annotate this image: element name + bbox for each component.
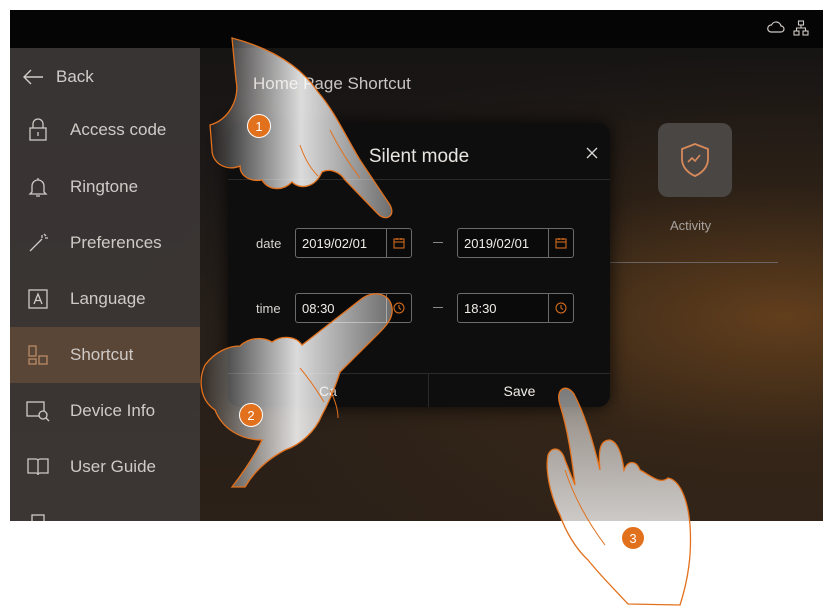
sidebar-item-more[interactable] [10, 495, 200, 521]
calendar-icon [393, 238, 405, 249]
cloud-icon [767, 20, 785, 41]
clock-button[interactable] [548, 294, 573, 322]
back-button[interactable]: Back [10, 62, 94, 92]
bell-icon [24, 173, 52, 201]
sidebar-item-language[interactable]: Language [10, 271, 200, 327]
dialog-title: Silent mode [368, 146, 470, 167]
time-label: time [256, 301, 281, 316]
device-info-icon [24, 397, 52, 425]
magic-wand-icon [24, 229, 52, 257]
partial-icon [24, 509, 52, 521]
device-screen: Back Access code Ringtone Preferences La… [10, 10, 823, 521]
sidebar-item-label: Language [70, 289, 146, 308]
date-label: date [256, 236, 282, 251]
sidebar-item-user-guide[interactable]: User Guide [10, 439, 200, 495]
activity-tile[interactable] [658, 123, 732, 197]
date-from-field[interactable]: 2019/02/01 [295, 228, 412, 258]
shortcut-icon [24, 341, 52, 369]
step-badge-3: 3 [621, 526, 645, 550]
sidebar-item-label: Preferences [70, 233, 162, 252]
lock-icon [24, 116, 52, 144]
activity-label: Activity [670, 218, 712, 233]
time-range-dash [433, 307, 443, 308]
close-icon [586, 147, 598, 159]
date-to-field[interactable]: 2019/02/01 [457, 228, 574, 258]
calendar-button[interactable] [386, 229, 411, 257]
time-from-field[interactable]: 08:30 [295, 293, 412, 323]
sidebar-item-ringtone[interactable]: Ringtone [10, 159, 200, 215]
step-badge-2: 2 [239, 403, 263, 427]
sidebar-item-label: User Guide [70, 457, 156, 476]
time-to-field[interactable]: 18:30 [457, 293, 574, 323]
date-from-value: 2019/02/01 [302, 235, 368, 251]
sidebar-item-label: Device Info [70, 401, 156, 420]
settings-sidebar: Back Access code Ringtone Preferences La… [10, 48, 200, 521]
sidebar-item-shortcut[interactable]: Shortcut [10, 327, 200, 383]
sidebar-item-label: Access code [70, 120, 167, 139]
book-icon [24, 453, 52, 481]
back-label: Back [56, 67, 94, 86]
silent-mode-dialog: Silent mode date 2019/02/01 2019/02/01 t… [228, 123, 610, 407]
status-bar [10, 10, 823, 48]
sidebar-item-access-code[interactable]: Access code [10, 102, 200, 158]
date-range-dash [433, 242, 443, 243]
calendar-button[interactable] [548, 229, 573, 257]
shield-icon [681, 143, 709, 177]
clock-icon [393, 302, 405, 314]
cancel-button[interactable]: Ca [228, 374, 428, 407]
network-icon [793, 20, 809, 41]
sidebar-item-device-info[interactable]: Device Info [10, 383, 200, 439]
sidebar-item-label: Ringtone [70, 177, 139, 196]
sidebar-item-label: Shortcut [70, 345, 134, 364]
clock-button[interactable] [386, 294, 411, 322]
time-to-value: 18:30 [464, 300, 497, 316]
sidebar-item-preferences[interactable]: Preferences [10, 215, 200, 271]
save-button[interactable]: Save [429, 374, 610, 407]
language-icon [24, 285, 52, 313]
time-from-value: 08:30 [302, 300, 335, 316]
calendar-icon [555, 238, 567, 249]
close-button[interactable] [582, 143, 602, 163]
clock-icon [555, 302, 567, 314]
date-to-value: 2019/02/01 [464, 235, 530, 251]
step-badge-1: 1 [247, 114, 271, 138]
page-title: Home Page Shortcut [253, 74, 411, 93]
arrow-left-icon [23, 69, 43, 85]
dialog-divider [228, 179, 610, 180]
